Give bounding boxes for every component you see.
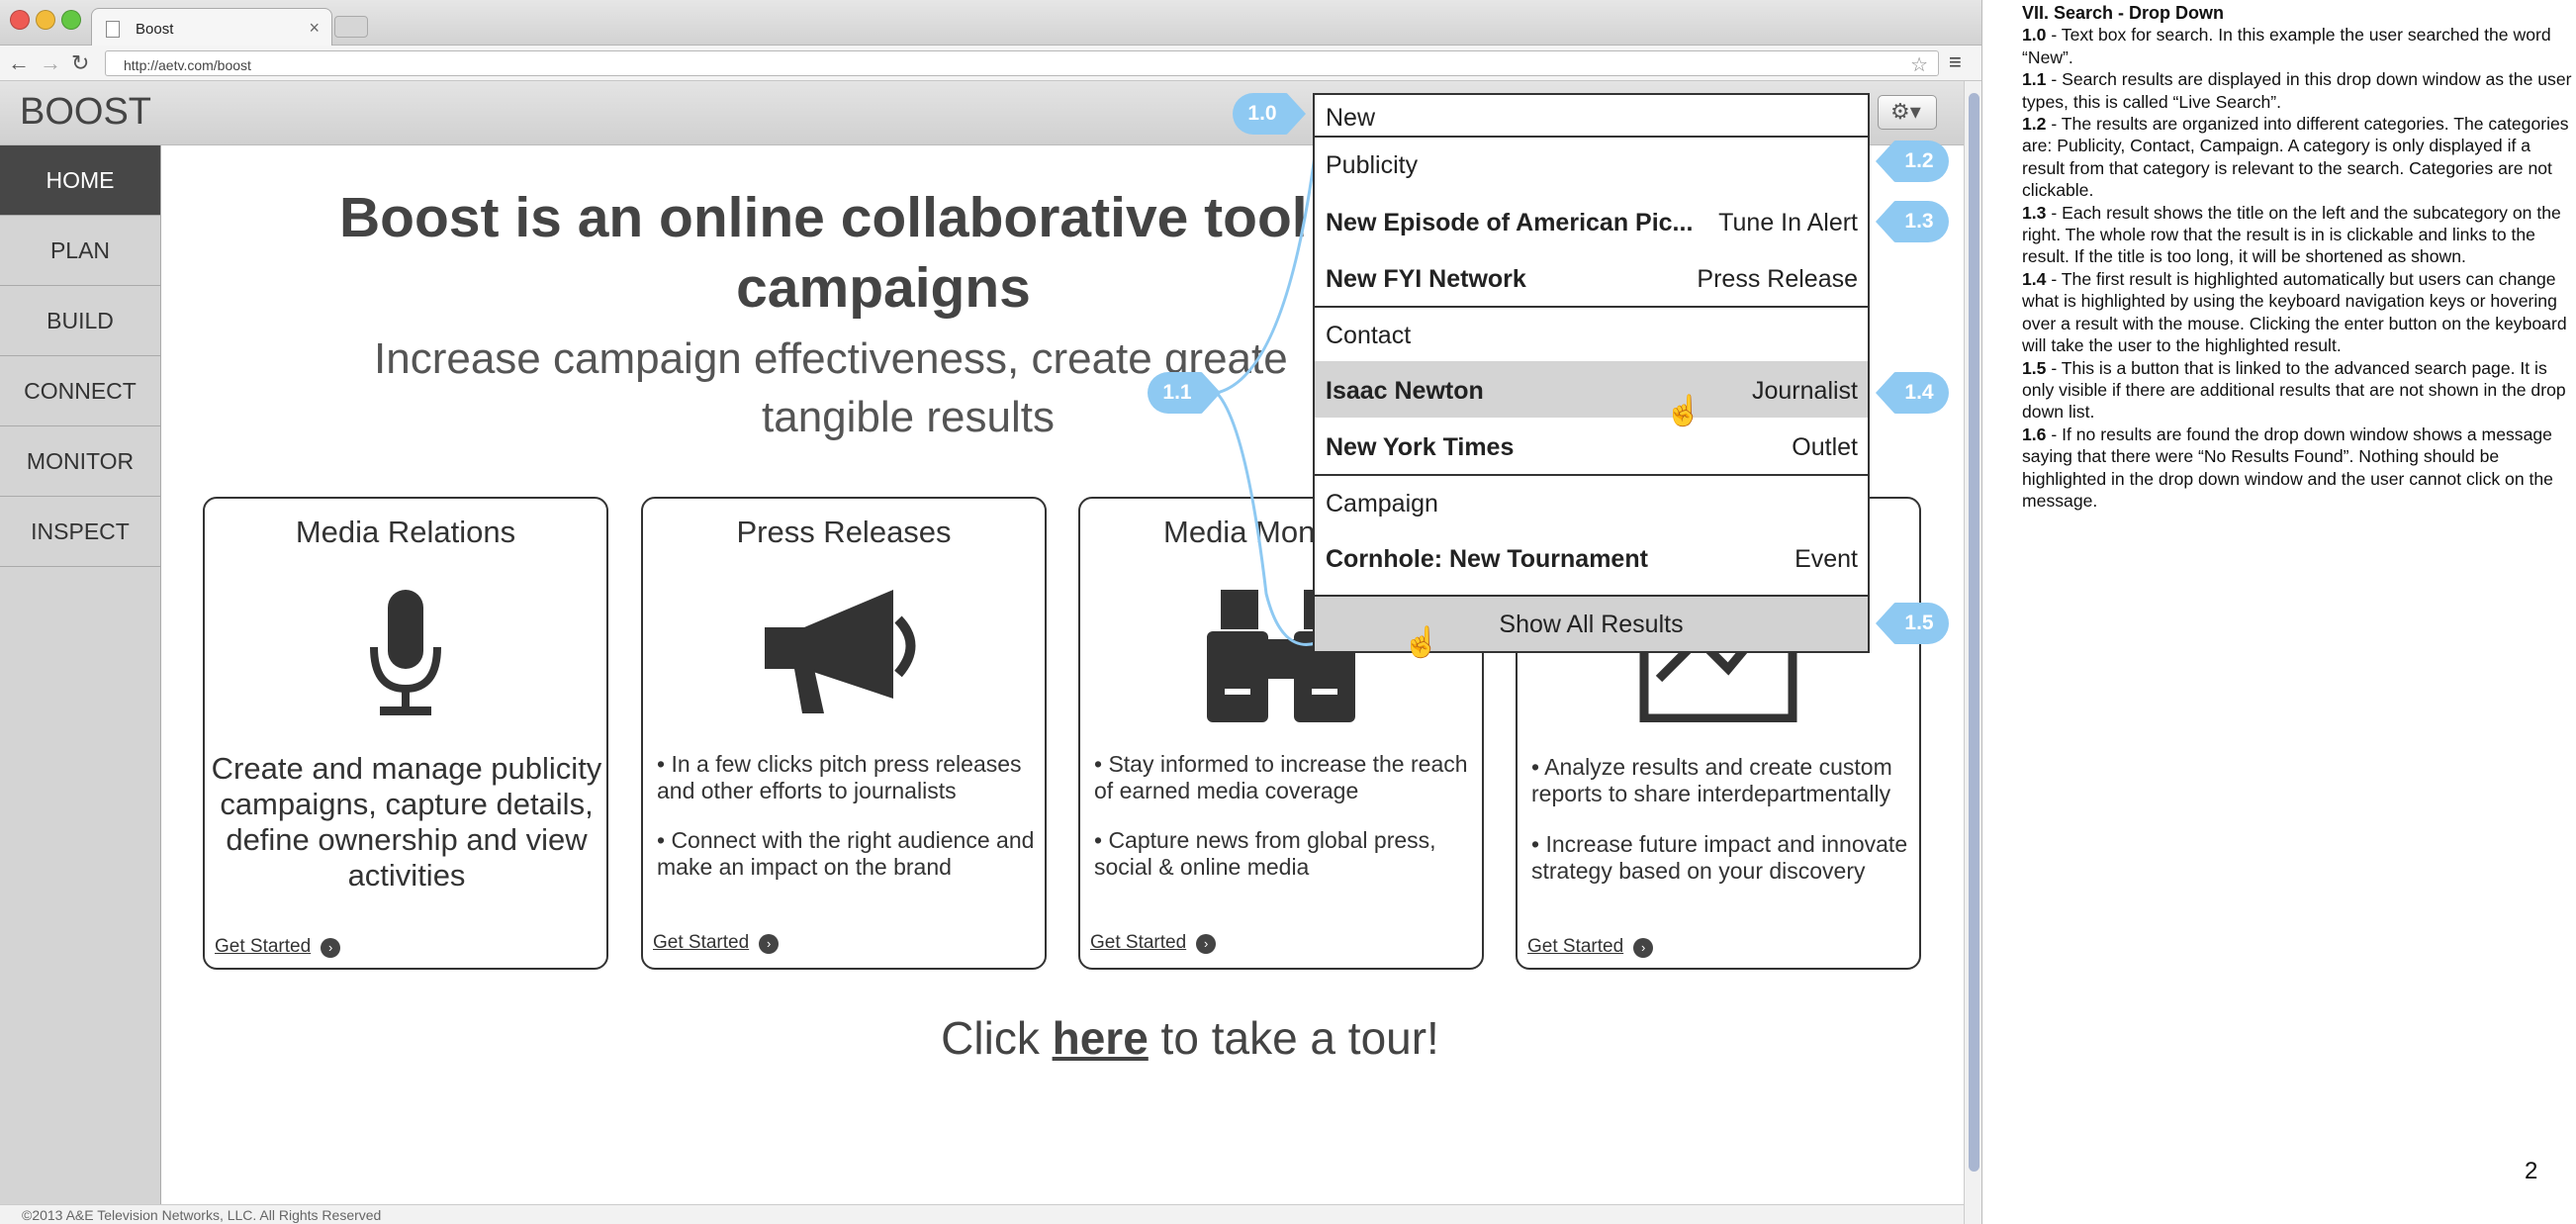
browser-window: Boost × ← → ↻ http://aetv.com/boost ☆ ≡ … [0, 0, 1982, 1224]
notes-title: VII. Search - Drop Down [2022, 3, 2225, 23]
search-input[interactable]: New [1315, 95, 1868, 138]
show-all-results-button[interactable]: Show All Results [1315, 595, 1868, 651]
search-result-row[interactable]: New York Times Outlet [1315, 418, 1868, 474]
page-number: 2 [2525, 1158, 2538, 1184]
note-item: 1.0 - Text box for search. In this examp… [2022, 25, 2551, 67]
category-publicity: Publicity [1326, 151, 1419, 179]
annotation-notes: VII. Search - Drop Down 1.0 - Text box f… [2022, 2, 2576, 512]
search-result-row[interactable]: New FYI Network Press Release [1315, 249, 1868, 306]
cursor-hand-icon: ☝ [1403, 626, 1440, 659]
note-item: 1.6 - If no results are found the drop d… [2022, 424, 2553, 511]
search-result-row-highlighted[interactable]: Isaac Newton Journalist [1315, 361, 1868, 418]
category-campaign: Campaign [1315, 474, 1868, 529]
note-item: 1.1 - Search results are displayed in th… [2022, 69, 2572, 112]
search-result-row[interactable]: Cornhole: New Tournament Event [1315, 529, 1868, 586]
note-item: 1.2 - The results are organized into dif… [2022, 114, 2569, 201]
note-item: 1.3 - Each result shows the title on the… [2022, 202, 2561, 267]
note-item: 1.4 - The first result is highlighted au… [2022, 268, 2567, 356]
search-dropdown: New Publicity New Episode of American Pi… [1313, 93, 1870, 653]
category-contact: Contact [1315, 306, 1868, 361]
note-item: 1.5 - This is a button that is linked to… [2022, 357, 2566, 423]
cursor-hand-icon: ☝ [1665, 395, 1702, 427]
search-result-row[interactable]: New Episode of American Pic... Tune In A… [1315, 193, 1868, 249]
